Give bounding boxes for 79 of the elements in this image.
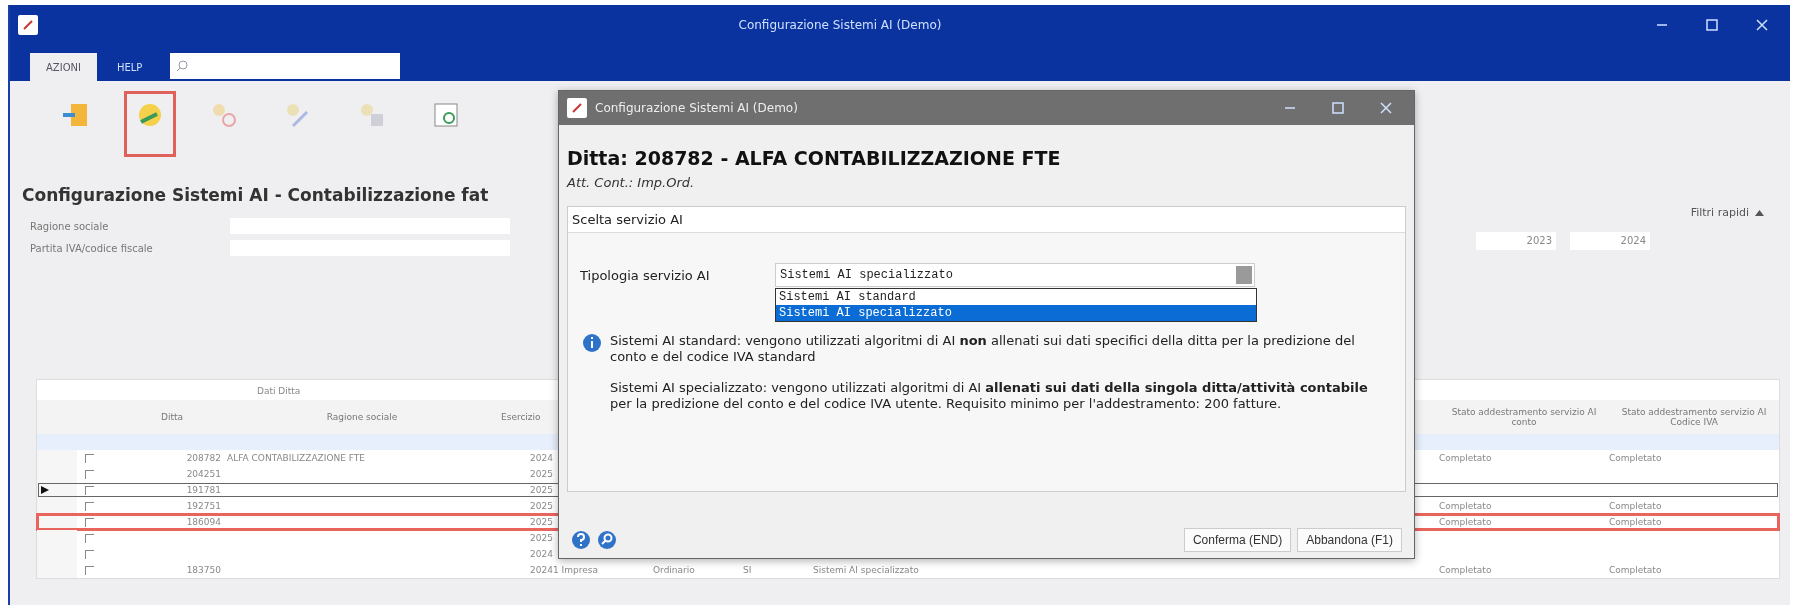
ribbon-tab[interactable]: HELP bbox=[100, 53, 159, 81]
row-checkbox[interactable] bbox=[85, 501, 94, 511]
table-cell-text: 2025 bbox=[529, 485, 553, 495]
group-title: Scelta servizio AI bbox=[568, 207, 1405, 233]
ribbon-button[interactable] bbox=[124, 91, 176, 157]
table-cell-text: 2025 bbox=[529, 517, 553, 527]
close-icon[interactable] bbox=[1756, 19, 1768, 31]
column-header[interactable]: Stato addestramento servizio AI Codice IVA bbox=[1609, 407, 1779, 427]
current-row-icon bbox=[41, 486, 49, 494]
row-checkbox[interactable] bbox=[85, 549, 94, 559]
row-checkbox[interactable] bbox=[85, 517, 94, 527]
group-header: Dati Ditta bbox=[257, 386, 301, 398]
table-cell-text: 2025 bbox=[529, 533, 553, 543]
filter-label: Ragione sociale bbox=[30, 220, 110, 232]
dialog-button[interactable]: Conferma (END) bbox=[1183, 528, 1292, 552]
table-cell-text: 2024 bbox=[529, 565, 553, 575]
close-icon[interactable] bbox=[1380, 102, 1392, 114]
year-field[interactable]: 2023 bbox=[1476, 232, 1556, 250]
table-cell-text: 2024 bbox=[529, 549, 553, 559]
row-checkbox[interactable] bbox=[85, 485, 94, 495]
table-cell-text: 191781 bbox=[185, 485, 222, 495]
search-icon[interactable] bbox=[597, 530, 617, 550]
info-icon bbox=[582, 333, 602, 353]
table-cell-text: Completato bbox=[1439, 517, 1493, 527]
column-header[interactable]: Esercizio bbox=[497, 412, 553, 422]
search-icon bbox=[176, 60, 189, 72]
table-cell-text: 186094 bbox=[185, 517, 222, 527]
dialog-button[interactable]: Abbandona (F1) bbox=[1297, 528, 1402, 552]
info-text: Sistemi AI specializzato: vengono utilizzati algoritmi di AI allenati sui dati della singola ditta/attività contabile per la predizione del conto e del codice IVA utente. Requisito minimo per l'addestramento: 200 fatture. bbox=[610, 380, 1369, 412]
table-cell-text: SI bbox=[743, 565, 753, 575]
table-cell-text: Completato bbox=[1439, 501, 1493, 511]
table-cell-text: 204251 bbox=[185, 469, 222, 479]
table-cell-text: 2025 bbox=[529, 501, 553, 511]
row-checkbox[interactable] bbox=[85, 565, 94, 575]
table-cell-text: 1 Impresa bbox=[553, 565, 599, 575]
subtitle: Att. Cont.: Imp.Ord. bbox=[567, 175, 696, 190]
help-icon[interactable] bbox=[571, 530, 591, 550]
ribbon-tab[interactable]: AZIONI bbox=[30, 53, 97, 81]
dialog-title: Configurazione Sistemi AI (Demo) bbox=[595, 101, 799, 115]
row-checkbox[interactable] bbox=[85, 533, 94, 543]
row-checkbox[interactable] bbox=[85, 453, 94, 463]
table-cell-text: ALFA CONTABILIZZAZIONE FTE bbox=[227, 453, 366, 463]
dropdown-option[interactable]: Sistemi AI specializzato bbox=[776, 305, 1256, 321]
caret-icon bbox=[1755, 209, 1764, 216]
table-cell-text: Ordinario bbox=[653, 565, 696, 575]
table-cell-text: Completato bbox=[1439, 453, 1493, 463]
table-cell-text: 2024 bbox=[529, 453, 553, 463]
search-field[interactable] bbox=[170, 53, 401, 79]
page-title: Configurazione Sistemi AI - Contabilizzazione fat bbox=[21, 184, 490, 207]
info-text: Sistemi AI standard: vengono utilizzati algoritmi di AI non allenati sui dati specifici della ditta per la predizione del conto e del codice IVA standard bbox=[610, 333, 1356, 365]
app-icon bbox=[18, 15, 38, 35]
row-checkbox[interactable] bbox=[85, 469, 94, 479]
field-label: Tipologia servizio AI bbox=[580, 267, 711, 283]
quick-filters-toggle[interactable]: Filtri rapidi bbox=[1684, 205, 1770, 220]
column-header[interactable]: Ditta bbox=[117, 412, 227, 422]
column-header[interactable]: Stato addestramento servizio AI conto bbox=[1439, 407, 1609, 427]
maximize-icon[interactable] bbox=[1706, 19, 1718, 31]
table-cell-text: 2025 bbox=[529, 469, 553, 479]
table-row[interactable]: 186094 2025 Completato Completato bbox=[37, 514, 1779, 530]
table-cell-text: 183750 bbox=[185, 565, 222, 575]
filter-label: Partita IVA/codice fiscale bbox=[30, 242, 154, 254]
table-cell-text: Completato bbox=[1609, 565, 1663, 575]
window-title: Configurazione Sistemi AI (Demo) bbox=[737, 18, 943, 32]
table-cell-text: Completato bbox=[1609, 517, 1663, 527]
row-selector[interactable] bbox=[37, 482, 77, 498]
table-cell-text: 208782 bbox=[185, 453, 222, 463]
maximize-icon[interactable] bbox=[1332, 102, 1344, 114]
column-header[interactable]: Ragione sociale bbox=[227, 412, 497, 422]
table-row[interactable]: 191781 2025 bbox=[37, 482, 1779, 498]
table-cell-text: 192751 bbox=[185, 501, 222, 511]
company-heading: Ditta: 208782 - ALFA CONTABILIZZAZIONE FTE bbox=[567, 147, 1062, 169]
table-cell-text: Sistemi AI specializzato bbox=[813, 565, 920, 575]
service-dropdown[interactable]: Sistemi AI specializzato bbox=[775, 263, 1255, 287]
sheet-icon bbox=[431, 100, 461, 130]
table-cell-text: Completato bbox=[1439, 565, 1493, 575]
table-cell-text: Completato bbox=[1609, 453, 1663, 463]
year-field[interactable]: 2024 bbox=[1570, 232, 1650, 250]
table-cell-text: Completato bbox=[1609, 501, 1663, 511]
app-icon bbox=[567, 98, 587, 118]
